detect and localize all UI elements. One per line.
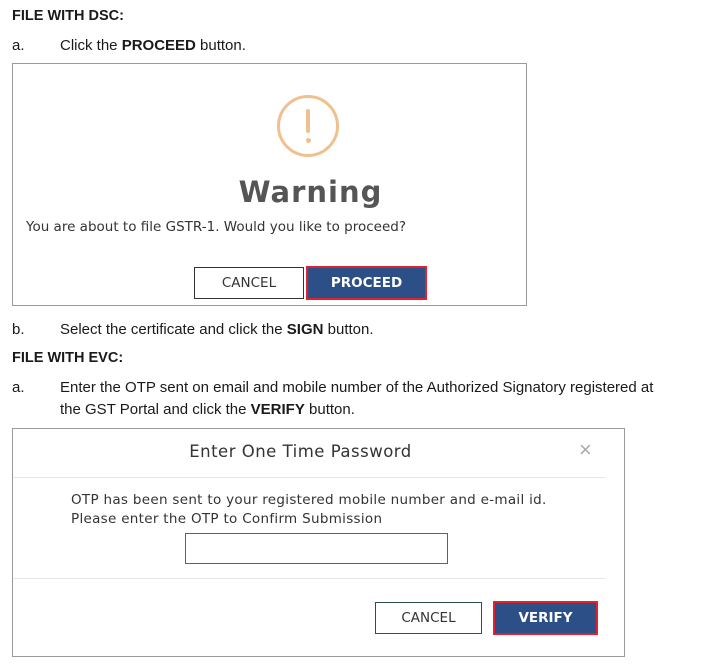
evc-heading: FILE WITH EVC: bbox=[12, 350, 124, 366]
divider bbox=[13, 578, 605, 579]
divider bbox=[13, 477, 605, 478]
step-text-line2: the GST Portal and click the VERIFY butt… bbox=[60, 401, 355, 418]
warning-dialog: Warning You are about to file GSTR-1. Wo… bbox=[12, 63, 527, 306]
step-text: Select the certificate and click the SIG… bbox=[60, 321, 374, 338]
verify-button[interactable]: VERIFY bbox=[493, 601, 598, 635]
otp-dialog: Enter One Time Password × OTP has been s… bbox=[12, 428, 625, 657]
exclamation-circle-icon bbox=[277, 95, 339, 157]
evc-step-a: a. Enter the OTP sent on email and mobil… bbox=[12, 379, 702, 423]
step-letter: a. bbox=[12, 37, 25, 54]
step-letter: a. bbox=[12, 379, 25, 396]
step-text: Click the PROCEED button. bbox=[60, 37, 246, 54]
step-letter: b. bbox=[12, 321, 25, 338]
close-icon[interactable]: × bbox=[579, 439, 592, 461]
step-text-line1: Enter the OTP sent on email and mobile n… bbox=[60, 379, 654, 396]
otp-message-line2: Please enter the OTP to Confirm Submissi… bbox=[71, 511, 383, 527]
otp-input[interactable] bbox=[185, 533, 448, 564]
otp-message-line1: OTP has been sent to your registered mob… bbox=[71, 492, 547, 508]
cancel-button[interactable]: CANCEL bbox=[375, 602, 482, 634]
dialog-title: Warning bbox=[238, 175, 383, 209]
cancel-button[interactable]: CANCEL bbox=[194, 267, 304, 299]
proceed-button[interactable]: PROCEED bbox=[306, 266, 427, 300]
dsc-step-b: b. Select the certificate and click the … bbox=[12, 321, 702, 341]
dialog-title: Enter One Time Password bbox=[189, 442, 412, 461]
dsc-step-a: a. Click the PROCEED button. bbox=[12, 37, 702, 57]
dialog-message: You are about to file GSTR-1. Would you … bbox=[26, 219, 406, 235]
dsc-heading: FILE WITH DSC: bbox=[12, 8, 124, 24]
